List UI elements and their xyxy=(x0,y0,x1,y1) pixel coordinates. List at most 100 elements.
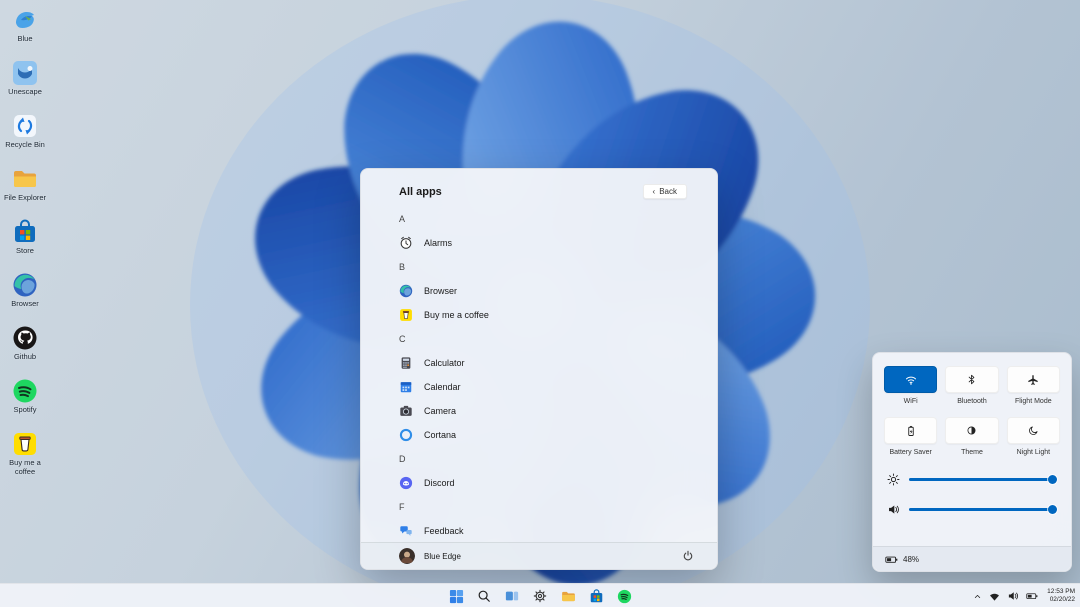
user-name: Blue Edge xyxy=(424,552,461,561)
desktop-icon-label: Store xyxy=(16,246,34,255)
settings-button[interactable] xyxy=(531,587,549,605)
store-button[interactable] xyxy=(587,587,605,605)
app-item-browser[interactable]: Browser xyxy=(399,279,717,303)
edge-browser-icon xyxy=(12,271,39,298)
desktop-icon-unescape[interactable]: Unescape xyxy=(2,59,48,112)
desktop-icon-file-explorer[interactable]: File Explorer xyxy=(2,165,48,218)
app-item-calendar[interactable]: Calendar xyxy=(399,375,717,399)
bluetooth-toggle[interactable] xyxy=(945,366,998,393)
system-tray: 12:53 PM 02/20/22 xyxy=(973,584,1075,607)
app-item-label: Buy me a coffee xyxy=(424,310,489,320)
battery-percent: 48% xyxy=(903,555,919,564)
app-item-label: Calculator xyxy=(424,358,465,368)
coffee-icon xyxy=(12,430,39,457)
quick-settings-toggles: WiFi Bluetooth Flight Mode xyxy=(873,353,1071,456)
wifi-icon xyxy=(905,374,917,386)
feedback-icon xyxy=(399,524,413,538)
wifi-label: WiFi xyxy=(904,398,918,405)
desktop-icon-blue[interactable]: Blue xyxy=(2,6,48,59)
desktop-icon-label: Recycle Bin xyxy=(5,140,45,149)
github-icon xyxy=(12,324,39,351)
quick-settings-panel: WiFi Bluetooth Flight Mode xyxy=(872,352,1072,572)
desktop-icon-label: Buy me a coffee xyxy=(2,458,48,476)
spotify-button[interactable] xyxy=(615,587,633,605)
app-item-cortana[interactable]: Cortana xyxy=(399,423,717,447)
flight-mode-toggle[interactable] xyxy=(1007,366,1060,393)
desktop-icon-store[interactable]: Store xyxy=(2,218,48,271)
unescape-icon xyxy=(12,59,39,86)
store-icon xyxy=(12,218,39,245)
section-letter-a[interactable]: A xyxy=(399,207,717,231)
quick-settings-battery-row[interactable]: 48% xyxy=(873,546,1071,571)
theme-icon xyxy=(966,425,977,436)
recycle-bin-icon xyxy=(12,112,39,139)
app-item-alarms[interactable]: Alarms xyxy=(399,231,717,255)
theme-toggle[interactable] xyxy=(945,417,998,444)
tray-chevron-up-icon[interactable] xyxy=(973,592,982,601)
search-button[interactable] xyxy=(475,587,493,605)
section-letter-c[interactable]: C xyxy=(399,327,717,351)
file-explorer-button[interactable] xyxy=(559,587,577,605)
desktop-icon-label: Browser xyxy=(11,299,39,308)
power-icon[interactable] xyxy=(681,549,695,563)
app-item-label: Discord xyxy=(424,478,455,488)
brightness-slider[interactable] xyxy=(909,478,1057,482)
taskbar: 12:53 PM 02/20/22 xyxy=(0,583,1080,607)
app-item-calculator[interactable]: Calculator xyxy=(399,351,717,375)
theme-label: Theme xyxy=(961,449,983,456)
desktop-icon-github[interactable]: Github xyxy=(2,324,48,377)
volume-slider[interactable] xyxy=(909,508,1057,512)
night-light-icon xyxy=(1028,425,1039,436)
tray-volume-icon[interactable] xyxy=(1007,590,1019,602)
calculator-icon xyxy=(399,356,413,370)
quick-settings-sliders xyxy=(873,456,1071,516)
battery-saver-icon xyxy=(905,425,917,437)
all-apps-list: A Alarms B Browser Buy me a coffee xyxy=(361,199,717,543)
chevron-left-icon: ‹ xyxy=(653,187,656,196)
start-button[interactable] xyxy=(447,587,465,605)
desktop-icon-spotify[interactable]: Spotify xyxy=(2,377,48,430)
app-item-label: Calendar xyxy=(424,382,461,392)
clock-date: 02/20/22 xyxy=(1047,596,1075,604)
taskbar-center-icons xyxy=(0,584,1080,607)
tray-wifi-icon[interactable] xyxy=(989,591,1000,602)
battery-icon xyxy=(885,553,898,566)
section-letter-d[interactable]: D xyxy=(399,447,717,471)
app-item-label: Browser xyxy=(424,286,457,296)
app-item-camera[interactable]: Camera xyxy=(399,399,717,423)
camera-icon xyxy=(399,404,413,418)
volume-slider-thumb[interactable] xyxy=(1048,505,1057,514)
start-menu-header: All apps ‹ Back xyxy=(361,169,717,199)
task-view-button[interactable] xyxy=(503,587,521,605)
desktop-icon-browser[interactable]: Browser xyxy=(2,271,48,324)
desktop-icon-recycle-bin[interactable]: Recycle Bin xyxy=(2,112,48,165)
spotify-icon xyxy=(12,377,39,404)
app-item-discord[interactable]: Discord xyxy=(399,471,717,495)
tray-battery-icon[interactable] xyxy=(1026,590,1038,602)
flight-mode-icon xyxy=(1027,374,1039,386)
battery-saver-label: Battery Saver xyxy=(889,449,931,456)
app-item-feedback[interactable]: Feedback xyxy=(399,519,717,543)
user-avatar xyxy=(399,548,415,564)
night-light-label: Night Light xyxy=(1017,449,1050,456)
user-profile[interactable]: Blue Edge xyxy=(399,548,461,564)
night-light-toggle[interactable] xyxy=(1007,417,1060,444)
taskbar-clock[interactable]: 12:53 PM 02/20/22 xyxy=(1045,588,1075,604)
back-button[interactable]: ‹ Back xyxy=(643,184,687,199)
flight-mode-label: Flight Mode xyxy=(1015,398,1052,405)
start-menu-all-apps: All apps ‹ Back A Alarms B Browser xyxy=(360,168,718,570)
section-letter-b[interactable]: B xyxy=(399,255,717,279)
desktop-icon-buy-me-a-coffee[interactable]: Buy me a coffee xyxy=(2,430,48,483)
coffee-icon xyxy=(399,308,413,322)
alarms-icon xyxy=(399,236,413,250)
desktop-icon-label: File Explorer xyxy=(4,193,46,202)
brightness-slider-thumb[interactable] xyxy=(1048,475,1057,484)
volume-icon xyxy=(887,503,900,516)
app-item-buy-me-a-coffee[interactable]: Buy me a coffee xyxy=(399,303,717,327)
wifi-toggle[interactable] xyxy=(884,366,937,393)
battery-saver-toggle[interactable] xyxy=(884,417,937,444)
bluetooth-icon xyxy=(966,374,977,385)
section-letter-f[interactable]: F xyxy=(399,495,717,519)
cortana-icon xyxy=(399,428,413,442)
blue-bird-icon xyxy=(12,6,39,33)
